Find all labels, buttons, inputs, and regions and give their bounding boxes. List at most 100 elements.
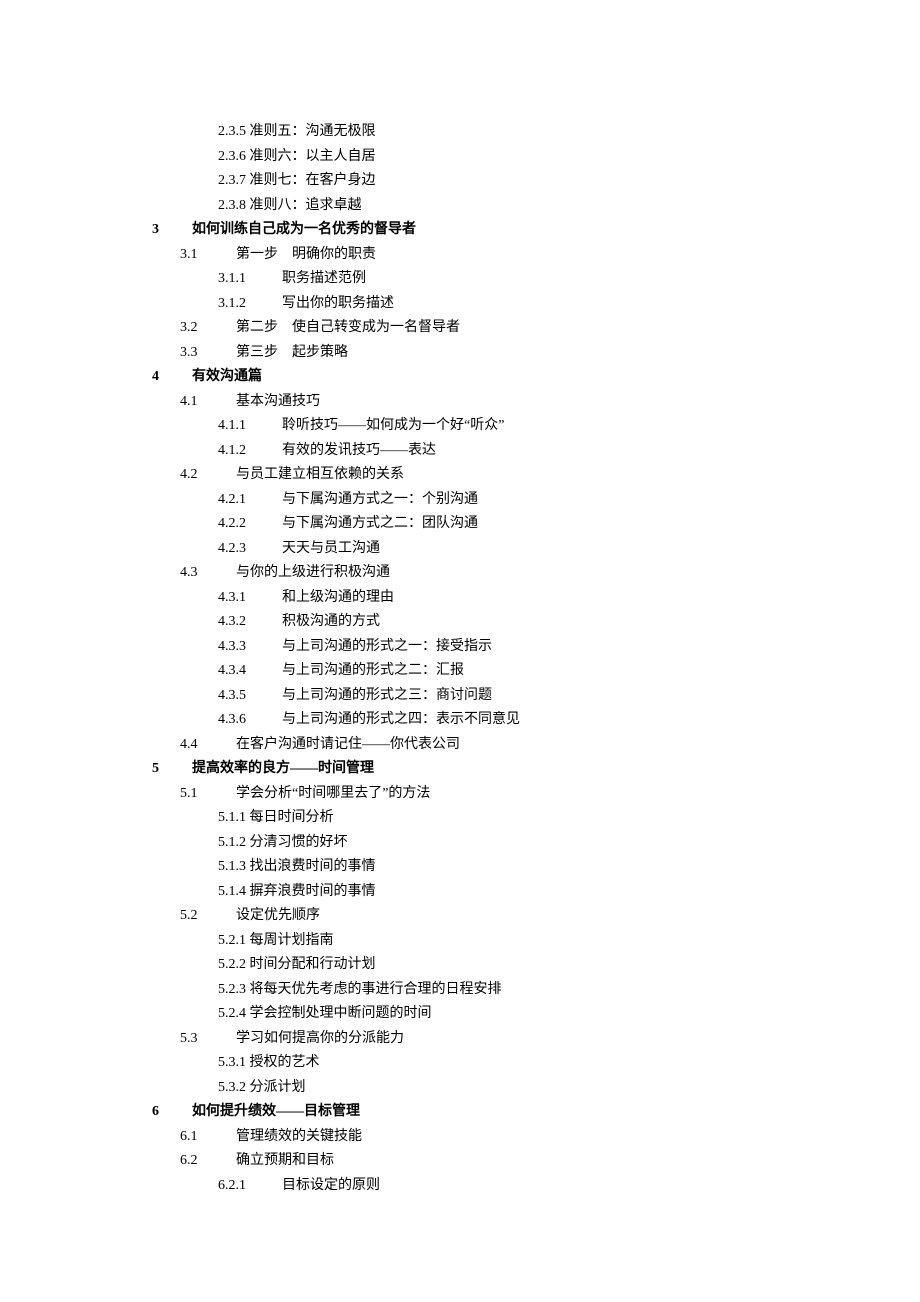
outline-item-level3: 4.3.2 积极沟通的方式: [60, 610, 860, 635]
outline-sub-title: 在客户沟通时请记住——你代表公司: [236, 733, 460, 758]
outline-subsub-text: 与上司沟通的形式之四：表示不同意见: [282, 708, 520, 733]
outline-section-number: 5: [152, 757, 180, 782]
outline-text: 5.2.1 每周计划指南: [218, 929, 334, 954]
outline-subsub-text: 与上司沟通的形式之一：接受指示: [282, 635, 492, 660]
outline-subsub-text: 积极沟通的方式: [282, 610, 380, 635]
outline-text: 5.2.4 学会控制处理中断问题的时间: [218, 1002, 432, 1027]
outline-sub-title: 管理绩效的关键技能: [236, 1125, 362, 1150]
outline-text: 5.2.2 时间分配和行动计划: [218, 953, 376, 978]
outline-subsub-number: 4.3.1: [218, 586, 262, 611]
outline-item-level3: 3.1.1 职务描述范例: [60, 267, 860, 292]
outline-item-level3: 5.2.3 将每天优先考虑的事进行合理的日程安排: [60, 978, 860, 1003]
outline-item-level3: 4.3.3 与上司沟通的形式之一：接受指示: [60, 635, 860, 660]
outline-item-level3: 5.2.1 每周计划指南: [60, 929, 860, 954]
outline-section-number: 4: [152, 365, 180, 390]
outline-sub-title: 基本沟通技巧: [236, 390, 320, 415]
outline-subsub-number: 4.1.2: [218, 439, 262, 464]
outline-subsub-text: 与上司沟通的形式之二：汇报: [282, 659, 464, 684]
outline-item-level2: 3.2 第二步 使自己转变成为一名督导者: [60, 316, 860, 341]
outline-section-title: 如何训练自己成为一名优秀的督导者: [192, 218, 416, 243]
outline-subsub-number: 4.3.4: [218, 659, 262, 684]
outline-item-level3: 5.2.4 学会控制处理中断问题的时间: [60, 1002, 860, 1027]
outline-sub-number: 6.1: [180, 1125, 216, 1150]
outline-text: 5.2.3 将每天优先考虑的事进行合理的日程安排: [218, 978, 502, 1003]
outline-section-number: 3: [152, 218, 180, 243]
document-outline: 2.3.5 准则五：沟通无极限2.3.6 准则六：以主人自居2.3.7 准则七：…: [60, 120, 860, 1198]
outline-subsub-number: 4.3.5: [218, 684, 262, 709]
outline-sub-title: 学习如何提高你的分派能力: [236, 1027, 404, 1052]
outline-item-level2: 5.2设定优先顺序: [60, 904, 860, 929]
outline-text: 5.3.1 授权的艺术: [218, 1051, 320, 1076]
outline-sub-number: 4.2: [180, 463, 216, 488]
outline-item-level3: 4.3.6 与上司沟通的形式之四：表示不同意见: [60, 708, 860, 733]
outline-item-level3: 6.2.1 目标设定的原则: [60, 1174, 860, 1199]
outline-text: 2.3.7 准则七：在客户身边: [218, 169, 376, 194]
outline-item-level2: 4.1基本沟通技巧: [60, 390, 860, 415]
outline-item-level3: 4.2.2与下属沟通方式之二：团队沟通: [60, 512, 860, 537]
outline-item-level2: 4.4在客户沟通时请记住——你代表公司: [60, 733, 860, 758]
outline-item-level3: 4.1.2 有效的发讯技巧——表达: [60, 439, 860, 464]
outline-text: 5.3.2 分派计划: [218, 1076, 306, 1101]
outline-item-level3: 5.1.3 找出浪费时间的事情: [60, 855, 860, 880]
outline-item-level3: 5.1.4 摒弃浪费时间的事情: [60, 880, 860, 905]
outline-item-level2: 4.3 与你的上级进行积极沟通: [60, 561, 860, 586]
outline-item-level2: 3.1 第一步 明确你的职责: [60, 243, 860, 268]
outline-section-title: 有效沟通篇: [192, 365, 262, 390]
outline-item-level3: 3.1.2写出你的职务描述: [60, 292, 860, 317]
outline-item-level3: 5.1.1 每日时间分析: [60, 806, 860, 831]
outline-item-level3: 4.1.1聆听技巧——如何成为一个好“听众”: [60, 414, 860, 439]
outline-text: 2.3.6 准则六：以主人自居: [218, 145, 376, 170]
outline-subsub-number: 4.2.1: [218, 488, 262, 513]
outline-item-level3: 4.3.4 与上司沟通的形式之二：汇报: [60, 659, 860, 684]
outline-item-level3: 4.2.1 与下属沟通方式之一：个别沟通: [60, 488, 860, 513]
outline-subsub-number: 4.3.2: [218, 610, 262, 635]
outline-sub-title: 与员工建立相互依赖的关系: [236, 463, 404, 488]
outline-sub-title: 确立预期和目标: [236, 1149, 334, 1174]
outline-subsub-text: 职务描述范例: [282, 267, 366, 292]
outline-text: 2.3.8 准则八：追求卓越: [218, 194, 362, 219]
outline-subsub-number: 4.3.6: [218, 708, 262, 733]
outline-item-level2: 4.2 与员工建立相互依赖的关系: [60, 463, 860, 488]
outline-item-level3: 2.3.8 准则八：追求卓越: [60, 194, 860, 219]
outline-item-level2: 6.1 管理绩效的关键技能: [60, 1125, 860, 1150]
outline-sub-number: 3.1: [180, 243, 216, 268]
outline-subsub-number: 3.1.1: [218, 267, 262, 292]
outline-subsub-text: 与下属沟通方式之一：个别沟通: [282, 488, 478, 513]
outline-item-level3: 5.2.2 时间分配和行动计划: [60, 953, 860, 978]
outline-item-level2: 6.2 确立预期和目标: [60, 1149, 860, 1174]
outline-subsub-text: 与上司沟通的形式之三：商讨问题: [282, 684, 492, 709]
outline-item-level3: 4.3.5 与上司沟通的形式之三：商讨问题: [60, 684, 860, 709]
outline-item-level3: 2.3.6 准则六：以主人自居: [60, 145, 860, 170]
outline-text: 2.3.5 准则五：沟通无极限: [218, 120, 376, 145]
outline-subsub-text: 和上级沟通的理由: [282, 586, 394, 611]
outline-subsub-number: 3.1.2: [218, 292, 262, 317]
outline-section-title: 如何提升绩效——目标管理: [192, 1100, 360, 1125]
outline-subsub-number: 6.2.1: [218, 1174, 262, 1199]
outline-sub-title: 学会分析“时间哪里去了”的方法: [236, 782, 430, 807]
outline-text: 5.1.3 找出浪费时间的事情: [218, 855, 376, 880]
outline-item-level2: 3.3第三步 起步策略: [60, 341, 860, 366]
outline-sub-number: 6.2: [180, 1149, 216, 1174]
outline-sub-number: 3.2: [180, 316, 216, 341]
outline-sub-title: 第二步 使自己转变成为一名督导者: [236, 316, 460, 341]
outline-section-heading: 5 提高效率的良方——时间管理: [60, 757, 860, 782]
outline-sub-title: 第一步 明确你的职责: [236, 243, 376, 268]
outline-section-title: 提高效率的良方——时间管理: [192, 757, 374, 782]
outline-subsub-text: 目标设定的原则: [282, 1174, 380, 1199]
outline-text: 5.1.4 摒弃浪费时间的事情: [218, 880, 376, 905]
outline-sub-number: 5.1: [180, 782, 216, 807]
outline-item-level3: 5.1.2 分清习惯的好坏: [60, 831, 860, 856]
outline-subsub-text: 有效的发讯技巧——表达: [282, 439, 436, 464]
outline-subsub-number: 4.2.3: [218, 537, 262, 562]
outline-subsub-number: 4.3.3: [218, 635, 262, 660]
outline-sub-number: 5.2: [180, 904, 216, 929]
outline-subsub-text: 天天与员工沟通: [282, 537, 380, 562]
outline-section-heading: 4 有效沟通篇: [60, 365, 860, 390]
outline-sub-number: 4.3: [180, 561, 216, 586]
outline-sub-number: 5.3: [180, 1027, 216, 1052]
outline-sub-title: 与你的上级进行积极沟通: [236, 561, 390, 586]
outline-section-heading: 3 如何训练自己成为一名优秀的督导者: [60, 218, 860, 243]
outline-subsub-number: 4.2.2: [218, 512, 262, 537]
outline-text: 5.1.2 分清习惯的好坏: [218, 831, 348, 856]
outline-item-level3: 5.3.1 授权的艺术: [60, 1051, 860, 1076]
